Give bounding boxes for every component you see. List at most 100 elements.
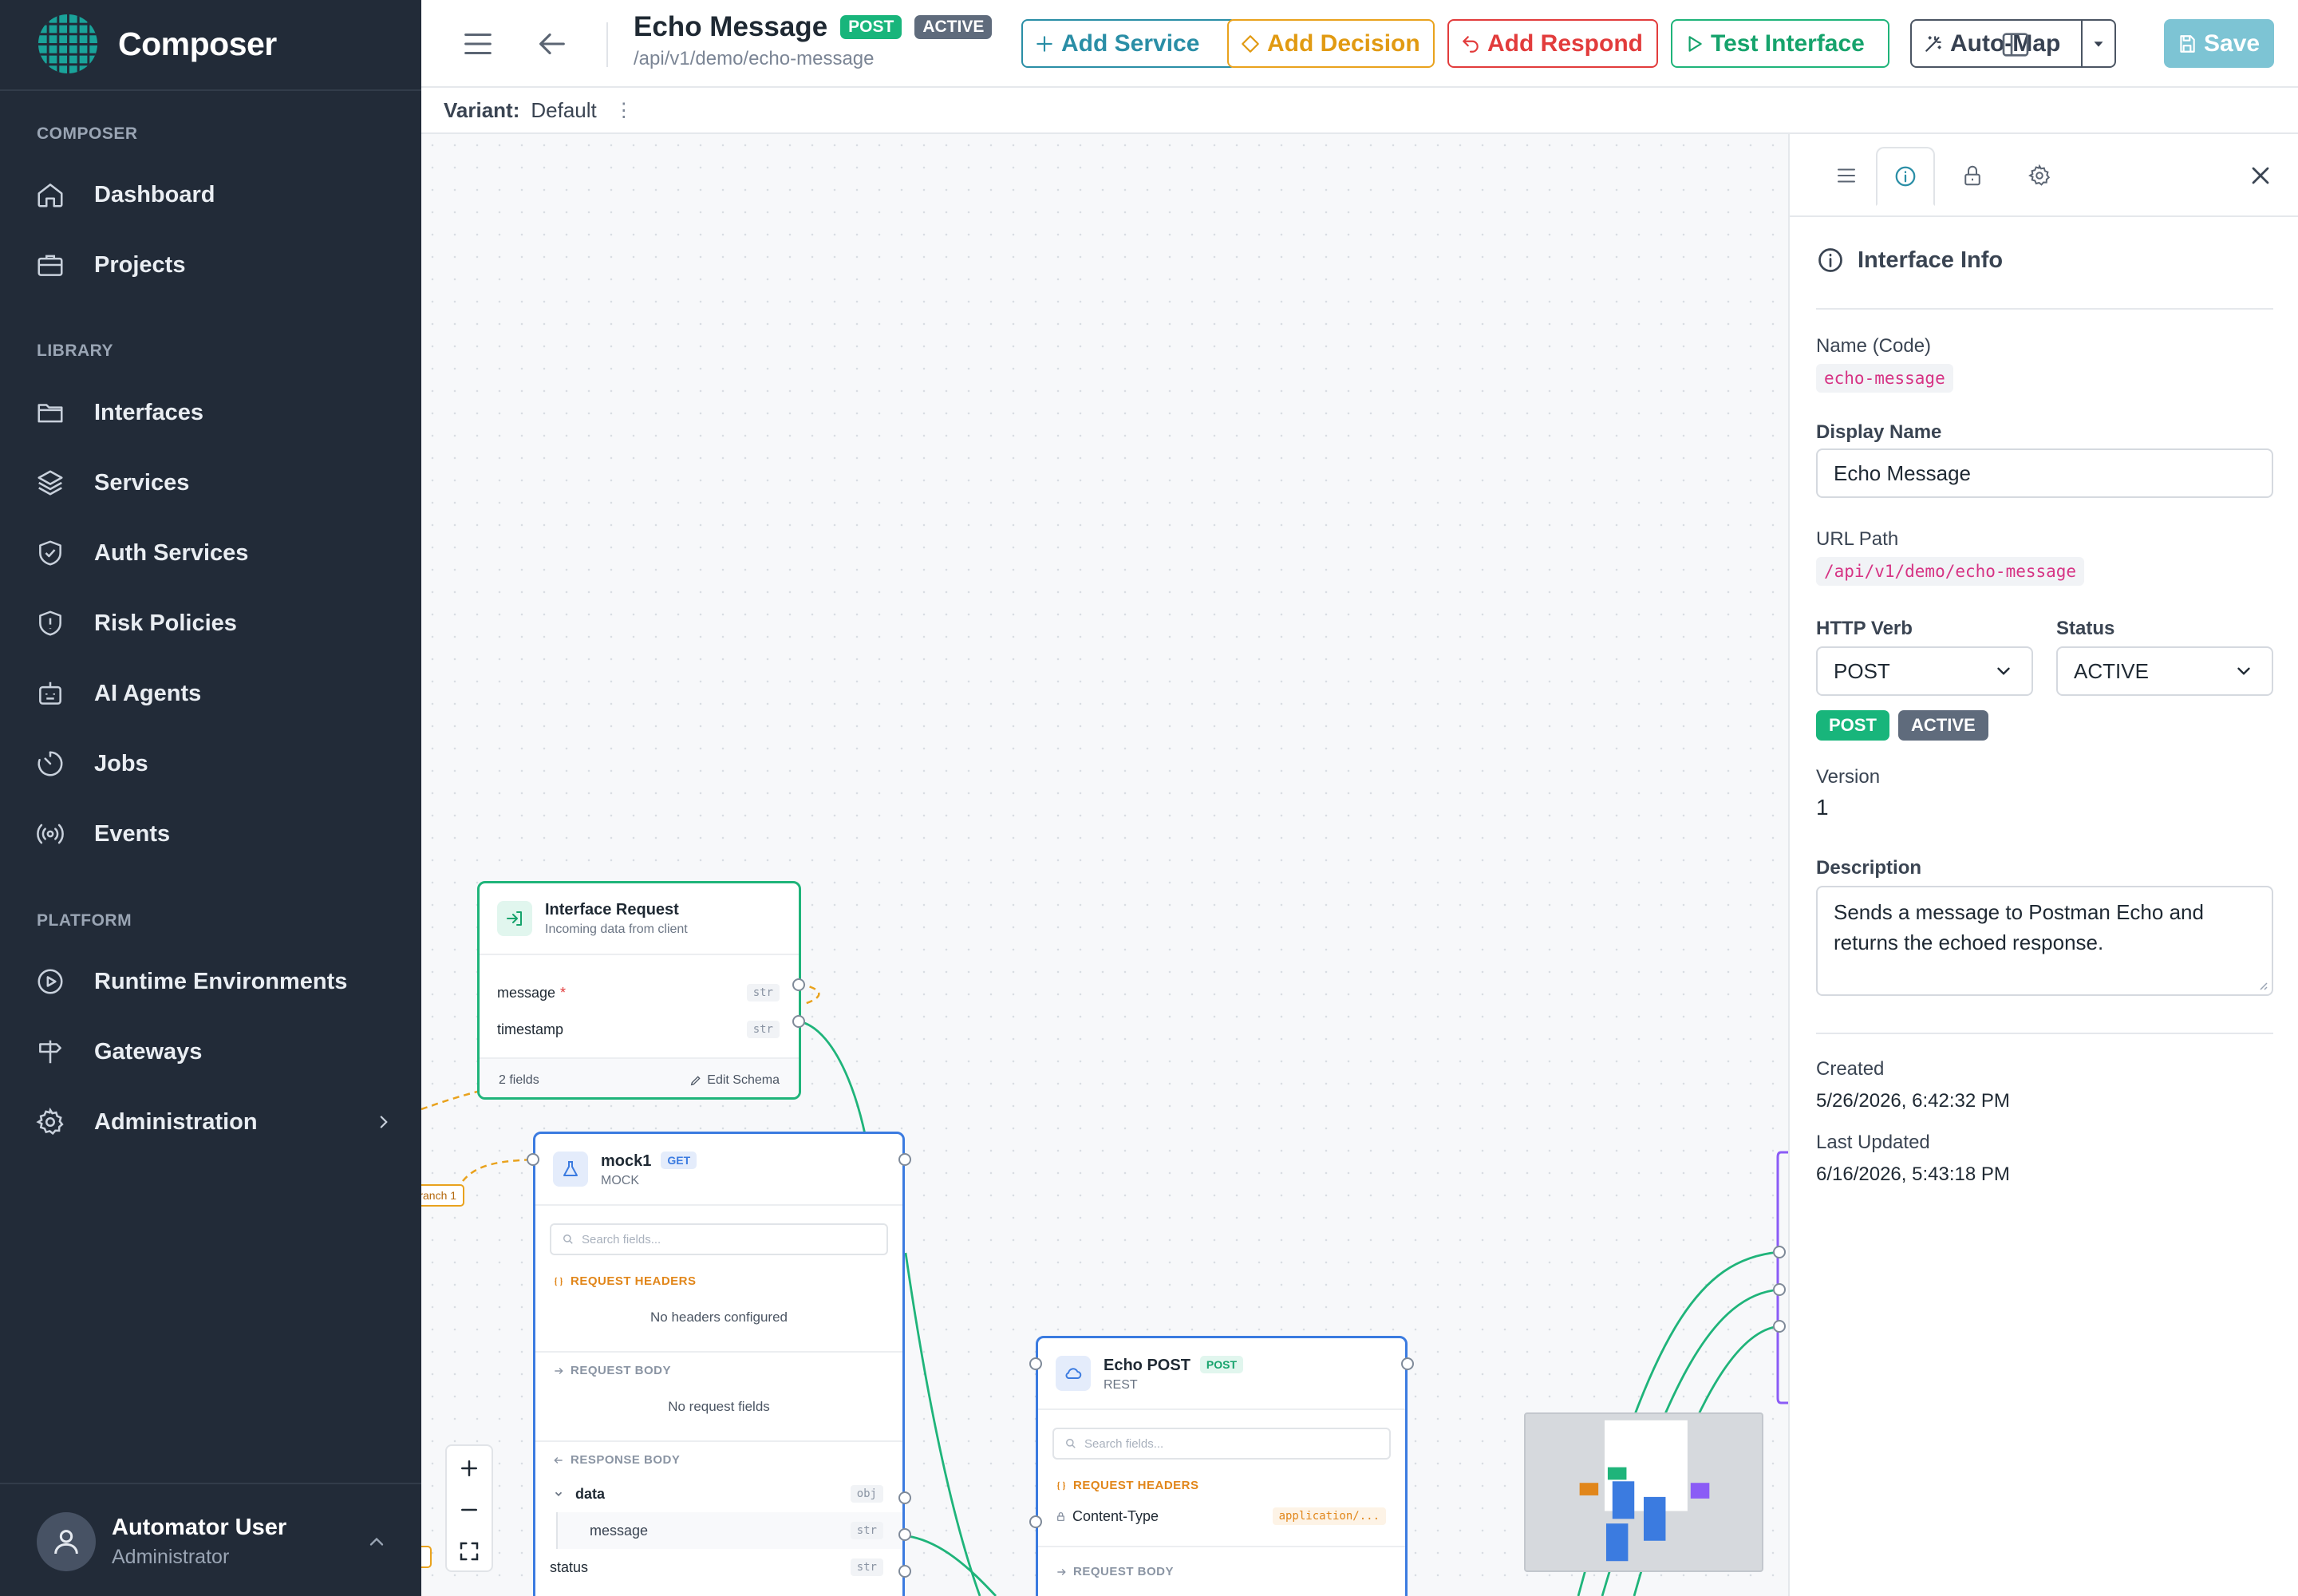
request-body-section[interactable]: REQUEST BODY — [1056, 1565, 1174, 1578]
page-title: Echo Message — [634, 11, 828, 42]
sidebar-item-label: Projects — [94, 251, 186, 278]
display-name-input[interactable]: Echo Message — [1816, 448, 2273, 498]
status-badge: ACTIVE — [914, 15, 993, 39]
gear-icon — [36, 1107, 64, 1136]
sidebar-item-auth-services[interactable]: Auth Services — [35, 527, 394, 579]
sidebar-item-label: Jobs — [94, 750, 148, 776]
divider — [606, 22, 608, 67]
request-body-section[interactable]: REQUEST BODY — [553, 1364, 671, 1377]
avatar — [37, 1512, 96, 1571]
sidebar-item-ai-agents[interactable]: AI Agents — [35, 668, 394, 719]
request-headers-section[interactable]: REQUEST HEADERS — [1056, 1479, 1199, 1492]
status-label: Status — [2056, 618, 2115, 639]
field-row[interactable]: data obj — [535, 1476, 902, 1512]
output-port[interactable] — [792, 978, 805, 991]
add-service-button[interactable]: Add Service — [1021, 19, 1237, 68]
input-port[interactable] — [1029, 1515, 1042, 1528]
request-headers-section[interactable]: REQUEST HEADERS — [553, 1274, 697, 1288]
resize-grip-icon[interactable] — [2256, 978, 2268, 991]
branch-label[interactable]: Branch 1 — [421, 1184, 465, 1207]
sidebar-item-label: Auth Services — [94, 539, 249, 566]
tab-settings[interactable] — [2010, 147, 2069, 204]
type-tag: str — [850, 1522, 883, 1539]
sidebar-item-gateways[interactable]: Gateways — [35, 1026, 394, 1077]
field-row[interactable]: status str — [535, 1549, 902, 1586]
field-row[interactable]: Content-Type application/... — [1038, 1498, 1405, 1535]
globe-logo-icon — [38, 14, 98, 74]
sidebar-item-label: Gateways — [94, 1038, 203, 1065]
edge-data — [904, 1252, 981, 1596]
section-title: REQUEST BODY — [1073, 1565, 1175, 1578]
briefcase-icon — [38, 255, 63, 276]
brand[interactable]: Composer — [37, 14, 277, 74]
output-port[interactable] — [898, 1491, 911, 1504]
sidebar-item-runtime-environments[interactable]: Runtime Environments — [35, 956, 394, 1007]
test-interface-button[interactable]: Test Interface — [1671, 19, 1889, 68]
sidebar-item-administration[interactable]: Administration — [35, 1096, 394, 1148]
sidebar-toggle-icon[interactable] — [2000, 29, 2031, 61]
input-port[interactable] — [1029, 1357, 1042, 1370]
sidebar-item-events[interactable]: Events — [35, 808, 394, 859]
field-search-input[interactable]: Search fields... — [1052, 1428, 1391, 1460]
sidebar-item-label: Runtime Environments — [94, 968, 348, 994]
output-port[interactable] — [792, 1015, 805, 1028]
nav-section-platform: PLATFORM — [37, 911, 132, 930]
http-verb-select[interactable]: POST — [1816, 646, 2033, 696]
tab-security[interactable] — [1943, 147, 2002, 204]
node-subtitle: REST — [1104, 1378, 1138, 1392]
response-body-section[interactable]: RESPONSE BODY — [553, 1453, 680, 1467]
output-port[interactable] — [1401, 1357, 1414, 1370]
field-name: message — [497, 984, 556, 1001]
sidebar-item-interfaces[interactable]: Interfaces — [35, 387, 394, 438]
play-circle-icon — [38, 969, 63, 994]
input-port[interactable] — [527, 1153, 539, 1166]
sidebar-item-dashboard[interactable]: Dashboard — [35, 169, 394, 220]
output-port[interactable] — [898, 1153, 911, 1166]
flow-canvas[interactable]: Branch 1 Interface Request Incoming data… — [421, 134, 1788, 1596]
minimap[interactable] — [1524, 1412, 1763, 1572]
node-title: Echo POST — [1104, 1357, 1190, 1374]
echo-post-service-node[interactable]: Echo POST POST REST Search fields... REQU… — [1036, 1336, 1408, 1596]
tab-list[interactable] — [1817, 147, 1876, 204]
field-search-input[interactable]: Search fields... — [550, 1223, 888, 1255]
add-decision-button[interactable]: Add Decision — [1227, 19, 1435, 68]
type-tag: str — [746, 984, 780, 1001]
fit-view-button[interactable] — [447, 1531, 492, 1572]
field-row[interactable]: timestamp str — [480, 1011, 799, 1048]
auto-map-button[interactable]: Auto-Map — [1910, 19, 2083, 68]
close-icon[interactable] — [2246, 161, 2275, 190]
sidebar-item-jobs[interactable]: Jobs — [35, 738, 394, 789]
mock1-service-node[interactable]: mock1 GET MOCK Search fields... REQUEST H… — [533, 1132, 905, 1596]
layers-icon — [38, 470, 63, 496]
hamburger-menu-icon[interactable] — [460, 26, 496, 62]
output-port[interactable] — [898, 1528, 911, 1541]
user-menu[interactable]: Automator User Administrator — [37, 1511, 388, 1572]
status-select[interactable]: ACTIVE — [2056, 646, 2273, 696]
variant-menu-button[interactable]: ⋮ — [614, 99, 634, 122]
user-icon — [54, 1530, 78, 1555]
variant-selector[interactable]: Default — [531, 98, 596, 123]
robot-icon — [39, 681, 61, 705]
arrow-right-icon — [1057, 1568, 1066, 1575]
sidebar-item-projects[interactable]: Projects — [35, 239, 394, 290]
field-name: Content-Type — [1072, 1507, 1159, 1524]
zoom-in-button[interactable] — [447, 1448, 492, 1489]
http-verb-value: POST — [1834, 658, 1890, 683]
auto-map-dropdown-button[interactable] — [2081, 19, 2116, 68]
back-arrow-icon[interactable] — [533, 26, 570, 62]
field-row[interactable]: message str — [556, 1512, 902, 1549]
interface-request-node[interactable]: Interface Request Incoming data from cli… — [477, 881, 801, 1100]
cloud-icon — [1056, 1356, 1091, 1391]
description-textarea[interactable]: Sends a message to Postman Echo and retu… — [1816, 886, 2273, 996]
tab-info[interactable] — [1876, 147, 1935, 206]
zoom-controls — [445, 1444, 493, 1572]
sidebar-item-risk-policies[interactable]: Risk Policies — [35, 598, 394, 649]
sidebar-item-services[interactable]: Services — [35, 457, 394, 508]
info-icon — [1818, 248, 1842, 272]
zoom-out-button[interactable] — [447, 1489, 492, 1531]
add-respond-button[interactable]: Add Respond — [1447, 19, 1658, 68]
output-port[interactable] — [898, 1565, 911, 1578]
edit-schema-button[interactable]: Edit Schema — [689, 1073, 780, 1088]
field-row[interactable]: message * str — [480, 974, 799, 1011]
save-button[interactable]: Save — [2164, 19, 2274, 68]
